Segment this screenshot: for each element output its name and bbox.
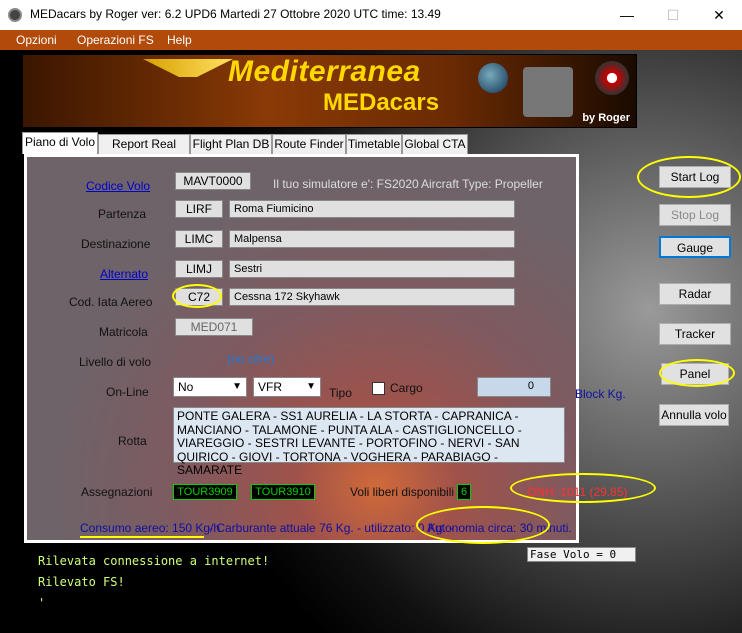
- alternato-name-field[interactable]: Sestri: [229, 260, 515, 278]
- livello-field[interactable]: (no cifre): [227, 352, 274, 366]
- tour1-button[interactable]: TOUR3909: [173, 484, 237, 500]
- rotta-label: Rotta: [118, 434, 147, 448]
- med-logo-icon: [595, 61, 629, 95]
- menu-operazioni-fs[interactable]: Operazioni FS: [77, 33, 154, 47]
- livello-label: Livello di volo: [79, 355, 152, 369]
- online-label: On-Line: [106, 385, 149, 399]
- maximize-button[interactable]: ☐: [650, 0, 696, 30]
- console-line-1: Rilevata connessione a internet!: [38, 554, 270, 568]
- alternato-code-field[interactable]: LIMJ: [175, 260, 223, 278]
- autonomia-text: Autonomia circa: 30 minuti.: [427, 521, 572, 535]
- console-line-2: Rilevato FS!: [38, 575, 125, 589]
- partenza-code-field[interactable]: LIRF: [175, 200, 223, 218]
- gauge-button[interactable]: Gauge: [659, 236, 731, 258]
- aircraft-name-field[interactable]: Cessna 172 Skyhawk: [229, 288, 515, 306]
- destinazione-code-field[interactable]: LIMC: [175, 230, 223, 248]
- flight-rules-select[interactable]: VFR ▼: [253, 377, 321, 397]
- alternato-link[interactable]: Alternato: [100, 267, 148, 281]
- tab-piano-di-volo[interactable]: Piano di Volo: [22, 132, 98, 154]
- flight-plan-panel: Codice Volo MAVT0000 Il tuo simulatore e…: [24, 154, 628, 543]
- block-kg-stepper[interactable]: 0: [477, 377, 551, 397]
- tab-timetable[interactable]: Timetable: [346, 134, 402, 154]
- partenza-name-field[interactable]: Roma Fiumicino: [229, 200, 515, 218]
- matricola-label: Matricola: [99, 325, 148, 339]
- radar-button[interactable]: Radar: [659, 283, 731, 305]
- brand-title: Mediterranea: [228, 55, 421, 88]
- wing-logo-icon: [143, 59, 233, 77]
- tracker-button[interactable]: Tracker: [659, 323, 731, 345]
- destinazione-name-field[interactable]: Malpensa: [229, 230, 515, 248]
- menu-opzioni[interactable]: Opzioni: [16, 33, 57, 47]
- stop-log-button[interactable]: Stop Log: [659, 204, 731, 226]
- destinazione-label: Destinazione: [81, 237, 151, 251]
- partenza-label: Partenza: [98, 207, 147, 221]
- window-title: MEDacars by Roger ver: 6.2 UPD6 Martedi …: [30, 7, 441, 21]
- matricola-field[interactable]: MED071: [175, 318, 253, 336]
- tab-flight-plan-db[interactable]: Flight Plan DB: [190, 134, 272, 154]
- app-icon: [8, 8, 22, 22]
- tab-global-cta[interactable]: Global CTA: [402, 134, 468, 154]
- console-line-3: ': [38, 596, 46, 610]
- flight-rules-value: VFR: [258, 380, 282, 394]
- start-log-button[interactable]: Start Log: [659, 166, 731, 188]
- assegnazioni-label: Assegnazioni: [81, 485, 153, 499]
- carburante-text: - Carburante attuale 76 Kg. - utilizzato…: [209, 521, 454, 535]
- astronaut-image: [523, 67, 573, 117]
- tab-report-real-time[interactable]: Report Real Time: [98, 134, 190, 169]
- voli-liberi-label: Voli liberi disponibili: [350, 485, 455, 499]
- qnh-text: QNH: 1011 (29.85): [527, 485, 628, 499]
- cargo-checkbox[interactable]: [372, 382, 385, 395]
- online-select-value: No: [178, 380, 194, 394]
- fase-volo-status: Fase Volo = 0: [527, 547, 636, 562]
- codice-volo-link[interactable]: Codice Volo: [86, 179, 150, 193]
- annulla-volo-button[interactable]: Annulla volo: [659, 404, 729, 426]
- tour2-button[interactable]: TOUR3910: [251, 484, 315, 500]
- tipo-label: Tipo: [329, 386, 352, 400]
- online-select[interactable]: No ▼: [173, 377, 247, 397]
- cod-iata-label: Cod. Iata Aereo: [69, 295, 153, 309]
- block-kg-label: Block Kg.: [575, 387, 626, 401]
- cargo-label: Cargo: [390, 381, 423, 395]
- consumo-underline: [80, 536, 204, 538]
- consumo-text: Consumo aereo: 150 Kg/h: [80, 521, 221, 535]
- banner: Mediterranea MEDacars by Roger: [22, 54, 637, 128]
- rotta-textarea[interactable]: PONTE GALERA - SS1 AURELIA - LA STORTA -…: [173, 407, 565, 477]
- brand-subtitle: MEDacars: [323, 89, 440, 116]
- minimize-button[interactable]: —: [604, 0, 650, 30]
- chevron-down-icon: ▼: [232, 381, 242, 392]
- title-bar: MEDacars by Roger ver: 6.2 UPD6 Martedi …: [0, 0, 742, 30]
- panel-button[interactable]: Panel: [661, 363, 729, 385]
- voli-liberi-count: 6: [457, 484, 471, 500]
- codice-volo-field[interactable]: MAVT0000: [175, 172, 251, 190]
- tab-route-finder[interactable]: Route Finder: [272, 134, 346, 154]
- aircraft-type-text: Aircraft Type: Propeller: [421, 177, 543, 191]
- menu-bar: Opzioni Operazioni FS Help: [0, 30, 742, 50]
- close-button[interactable]: ✕: [696, 0, 742, 30]
- chevron-down-icon: ▼: [306, 381, 316, 392]
- cod-iata-code-field[interactable]: C72: [175, 288, 223, 306]
- planet-icon: [478, 63, 508, 93]
- banner-author: by Roger: [582, 112, 630, 124]
- menu-help[interactable]: Help: [167, 33, 192, 47]
- simulator-text: Il tuo simulatore e': FS2020: [273, 177, 419, 191]
